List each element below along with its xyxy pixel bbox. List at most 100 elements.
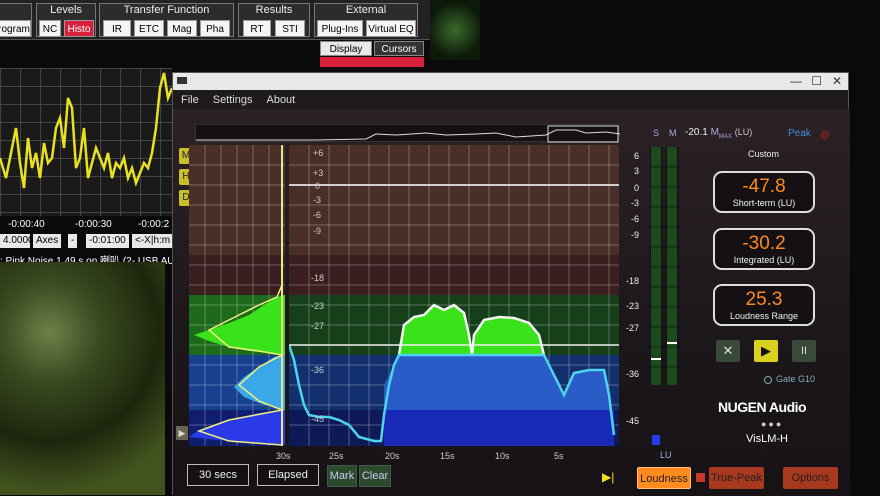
program-button[interactable]: rogram	[0, 20, 31, 37]
expand-arrow-icon[interactable]: ▶	[176, 426, 188, 440]
link-toggle-icon[interactable]	[696, 473, 705, 482]
meter-scale-tick: -6	[630, 214, 639, 224]
etc-button[interactable]: ETC	[134, 20, 164, 37]
meter-scale-tick: 0	[633, 183, 639, 193]
pause-button[interactable]: II	[792, 340, 816, 362]
pha-button[interactable]: Pha	[200, 20, 230, 37]
brand-logo: NUGEN Audio	[718, 399, 807, 415]
content-area: M H D ▶ +6 +3 0 -3 -6 -9 -18 -23 -27 -36…	[173, 109, 850, 496]
minus-button[interactable]: -	[68, 234, 78, 248]
preset-label[interactable]: Custom	[748, 149, 779, 159]
axes-button[interactable]: Axes	[33, 234, 62, 248]
meter-scale-tick: -3	[630, 198, 639, 208]
vislm-window: — ☐ ✕ File Settings About M H D ▶ +6 +3 …	[172, 72, 850, 496]
time-tick: 20s	[385, 451, 400, 461]
brand-dots: ●●●	[761, 419, 784, 429]
menu-file[interactable]: File	[181, 94, 199, 106]
short-term-meter-label: S	[653, 128, 660, 138]
options-button[interactable]: Options	[783, 467, 838, 489]
close-icon[interactable]: ✕	[832, 74, 842, 88]
plugins-button[interactable]: Plug-Ins	[317, 20, 363, 37]
maximize-icon[interactable]: ☐	[811, 74, 822, 88]
skip-end-icon[interactable]: ▶|	[602, 470, 614, 484]
nc-button[interactable]: NC	[39, 20, 61, 37]
elapsed-button[interactable]: Elapsed	[257, 464, 319, 486]
db-tick: -36	[311, 365, 325, 375]
level-meters	[650, 147, 680, 385]
overview-trace	[196, 125, 621, 143]
app-icon	[177, 77, 187, 84]
virtual-eq-button[interactable]: Virtual EQ	[366, 20, 416, 37]
product-name: VisLM-H	[746, 433, 788, 445]
db-tick: -6	[313, 210, 322, 220]
db-tick: +6	[313, 148, 324, 158]
db-tick: 0	[315, 181, 321, 191]
peak-label: Peak	[788, 128, 811, 139]
meter-lu-indicator	[652, 435, 660, 445]
meter-scale-tick: -27	[625, 323, 639, 333]
background-foliage-top	[430, 0, 480, 60]
sti-button[interactable]: STI	[275, 20, 305, 37]
play-button[interactable]: ▶	[754, 340, 778, 362]
max-readout: -20.1 MMAX (LU)	[685, 127, 752, 140]
overview-strip[interactable]	[195, 124, 621, 143]
time-tick: -0:00:30	[75, 219, 112, 230]
time-window-select[interactable]: 30 secs	[187, 464, 249, 486]
db-tick: -27	[311, 321, 325, 331]
db-tick: -3	[313, 195, 322, 205]
time-tick: 5s	[554, 451, 564, 461]
x-axis-button[interactable]: <-X|h:m	[132, 234, 174, 248]
loudness-range-readout: 25.3 Loudness Range	[713, 284, 815, 326]
background-foliage	[0, 262, 165, 495]
lu-label: LU	[660, 450, 672, 460]
integrated-label: Integrated (LU)	[733, 255, 795, 265]
short-term-value: -47.8	[742, 176, 786, 197]
max-sub: MAX	[718, 134, 732, 140]
background-plot	[0, 68, 174, 216]
transfer-function-group: Transfer Function IR ETC Mag Pha	[99, 3, 234, 37]
menu-about[interactable]: About	[266, 94, 295, 106]
meter-scale-tick: 6	[633, 151, 639, 161]
menu-bar: File Settings About	[173, 90, 848, 109]
meter-scale-tick: -18	[625, 276, 639, 286]
results-title: Results	[255, 4, 293, 16]
mag-button[interactable]: Mag	[167, 20, 197, 37]
mark-button[interactable]: Mark	[327, 465, 357, 487]
time-tick: 30s	[276, 451, 291, 461]
display-tab[interactable]: Display	[320, 41, 372, 56]
title-bar: — ☐ ✕	[173, 73, 848, 90]
true-peak-button[interactable]: True-Peak	[709, 467, 764, 489]
short-term-label: Short-term (LU)	[732, 198, 796, 208]
meter-scale-tick: -45	[625, 416, 639, 426]
loudness-button[interactable]: Loudness	[637, 467, 691, 489]
short-term-readout: -47.8 Short-term (LU)	[713, 171, 815, 213]
db-tick: -45	[311, 414, 325, 424]
histo-button[interactable]: Histo	[64, 20, 94, 37]
rt-button[interactable]: RT	[243, 20, 271, 37]
db-tick: -18	[311, 273, 325, 283]
loudness-range-value: 25.3	[745, 289, 783, 310]
max-label: M	[710, 127, 719, 138]
program-group: rogram	[0, 3, 32, 37]
cursors-tab[interactable]: Cursors	[374, 41, 424, 56]
clear-button[interactable]: Clear	[359, 465, 391, 487]
background-plot-trace	[0, 72, 174, 189]
stop-button[interactable]: ✕	[716, 340, 740, 362]
time-tick: 10s	[495, 451, 510, 461]
background-toolbar: rogram Levels NC Histo Transfer Function…	[0, 0, 430, 40]
time-tick: -0:00:40	[8, 219, 45, 230]
meter-scale-tick: -9	[630, 230, 639, 240]
time-tick: 25s	[329, 451, 344, 461]
menu-settings[interactable]: Settings	[213, 94, 253, 106]
gate-indicator-icon[interactable]	[764, 376, 772, 384]
minimize-icon[interactable]: —	[790, 74, 802, 88]
time-tick: 15s	[440, 451, 455, 461]
peak-led-icon	[820, 130, 830, 140]
time-field[interactable]: -0:01:00	[86, 234, 129, 248]
ir-button[interactable]: IR	[103, 20, 131, 37]
gate-label: Gate G10	[776, 374, 816, 384]
momentary-meter-label: M	[669, 128, 677, 138]
db-tick: -23	[311, 301, 325, 311]
meter-scale-tick: -23	[625, 301, 639, 311]
value-field[interactable]: 4.0000	[0, 234, 34, 248]
